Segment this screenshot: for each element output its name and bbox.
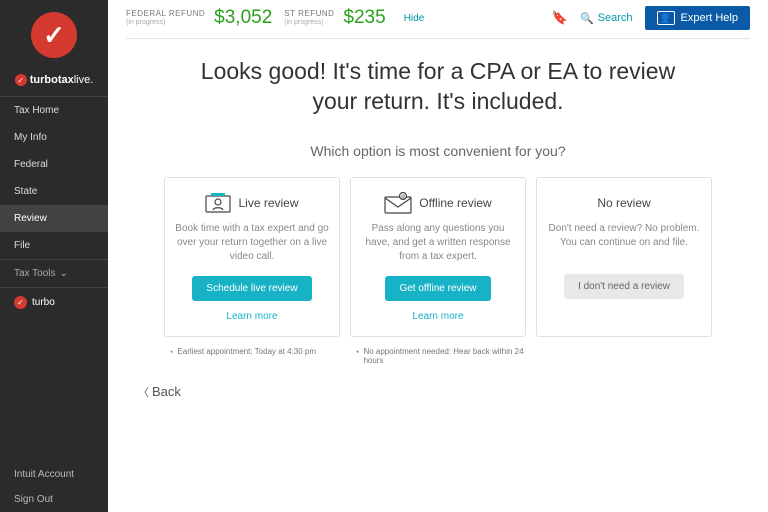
schedule-live-review-button[interactable]: Schedule live review bbox=[192, 276, 311, 301]
card-desc: Pass along any questions you have, and g… bbox=[361, 222, 515, 264]
brand-label: ✓ turbotaxlive. bbox=[0, 68, 108, 96]
checkmark-icon: ✓ bbox=[43, 20, 65, 51]
topbar: FEDERAL REFUND (in progress) $3,052 ST R… bbox=[108, 0, 768, 30]
clock-icon: ◔ bbox=[168, 347, 173, 365]
footnote-live: ◔ Earliest appointment: Today at 4:30 pm bbox=[164, 347, 340, 365]
chevron-left-icon: 〈 bbox=[138, 387, 149, 399]
sidebar-item-state[interactable]: State bbox=[0, 178, 108, 205]
sidebar-item-turbo[interactable]: ✓ turbo bbox=[0, 288, 108, 317]
card-title: Live review bbox=[238, 196, 298, 210]
main-panel: FEDERAL REFUND (in progress) $3,052 ST R… bbox=[108, 0, 768, 512]
page-subhead: Which option is most convenient for you? bbox=[138, 143, 738, 159]
sidebar: ✓ ✓ turbotaxlive. Tax Home My Info Feder… bbox=[0, 0, 108, 512]
sidebar-item-tax-tools[interactable]: Tax Tools ⌄ bbox=[0, 260, 108, 287]
learn-more-link[interactable]: Learn more bbox=[412, 311, 463, 322]
hide-link[interactable]: Hide bbox=[404, 13, 425, 24]
expert-help-button[interactable]: 👤 Expert Help bbox=[645, 6, 750, 30]
checkmark-icon: ✓ bbox=[14, 296, 27, 309]
card-title: No review bbox=[597, 196, 650, 210]
content-area: Looks good! It's time for a CPA or EA to… bbox=[108, 39, 768, 365]
sidebar-item-review[interactable]: Review bbox=[0, 205, 108, 232]
app-logo: ✓ bbox=[31, 12, 77, 58]
get-offline-review-button[interactable]: Get offline review bbox=[385, 276, 490, 301]
sidebar-item-file[interactable]: File bbox=[0, 232, 108, 259]
card-desc: Book time with a tax expert and go over … bbox=[175, 222, 329, 264]
state-refund-amount: $235 bbox=[343, 7, 385, 29]
federal-refund: FEDERAL REFUND (in progress) $3,052 bbox=[126, 7, 272, 29]
checkmark-icon: ✓ bbox=[15, 74, 27, 86]
sidebar-item-intuit-account[interactable]: Intuit Account bbox=[0, 462, 108, 487]
sidebar-nav: Tax Home My Info Federal State Review Fi… bbox=[0, 96, 108, 259]
card-title: Offline review bbox=[419, 196, 491, 210]
sidebar-item-tax-home[interactable]: Tax Home bbox=[0, 97, 108, 124]
search-button[interactable]: 🔍 Search bbox=[580, 12, 633, 25]
card-no-review: No review Don't need a review? No proble… bbox=[536, 177, 712, 337]
state-refund: ST REFUND (in progress) $235 bbox=[284, 7, 385, 29]
back-link[interactable]: 〈Back bbox=[138, 384, 181, 399]
page-headline: Looks good! It's time for a CPA or EA to… bbox=[178, 57, 698, 117]
option-cards: Live review Book time with a tax expert … bbox=[138, 177, 738, 337]
brand-text: turbotax bbox=[30, 74, 74, 86]
video-expert-icon bbox=[205, 192, 231, 214]
chevron-down-icon: ⌄ bbox=[60, 268, 68, 279]
footnote-offline: ◔ No appointment needed: Hear back withi… bbox=[350, 347, 526, 365]
bookmark-icon[interactable]: 🔖 bbox=[552, 10, 568, 26]
card-live-review: Live review Book time with a tax expert … bbox=[164, 177, 340, 337]
card-desc: Don't need a review? No problem. You can… bbox=[547, 222, 701, 262]
card-offline-review: @ Offline review Pass along any question… bbox=[350, 177, 526, 337]
no-review-button[interactable]: I don't need a review bbox=[564, 274, 684, 299]
federal-refund-amount: $3,052 bbox=[214, 7, 272, 29]
sidebar-item-sign-out[interactable]: Sign Out bbox=[0, 487, 108, 512]
footnotes: ◔ Earliest appointment: Today at 4:30 pm… bbox=[138, 347, 738, 365]
sidebar-item-federal[interactable]: Federal bbox=[0, 151, 108, 178]
person-icon: 👤 bbox=[657, 11, 675, 25]
envelope-icon: @ bbox=[384, 192, 412, 214]
svg-text:@: @ bbox=[401, 194, 406, 200]
sidebar-item-my-info[interactable]: My Info bbox=[0, 124, 108, 151]
search-icon: 🔍 bbox=[580, 12, 594, 25]
clock-icon: ◔ bbox=[354, 347, 359, 365]
learn-more-link[interactable]: Learn more bbox=[226, 311, 277, 322]
